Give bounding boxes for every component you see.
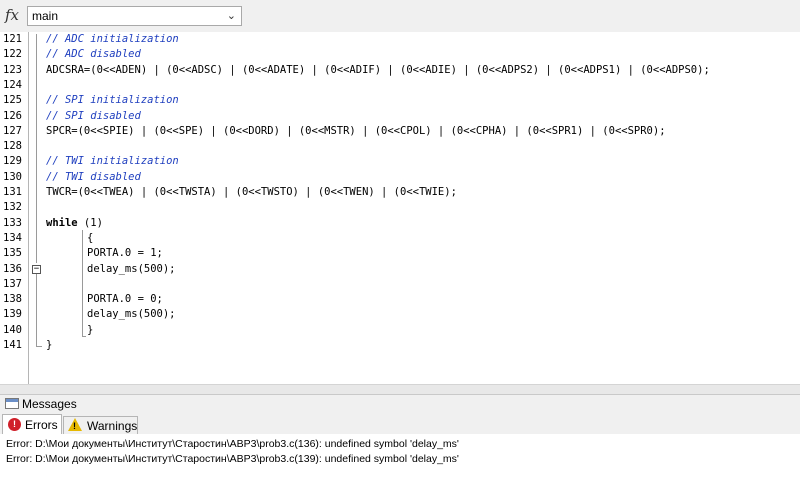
line-number: 139 — [3, 308, 22, 321]
line-number: 128 — [3, 140, 22, 153]
code-line: 137 — [0, 277, 800, 292]
code-text: while (1) — [46, 216, 103, 229]
code-text: // ADC disabled — [46, 48, 141, 61]
code-text: // SPI initialization — [46, 94, 179, 107]
line-number: 133 — [3, 216, 22, 229]
fold-guide-line — [36, 34, 37, 263]
tab-warnings[interactable]: ! Warnings — [63, 416, 138, 434]
code-line: 134 { — [0, 231, 800, 246]
line-number: 130 — [3, 170, 22, 183]
code-line: 125 // SPI initialization — [0, 93, 800, 108]
messages-window-icon — [5, 398, 19, 409]
fold-guide-line — [36, 274, 37, 346]
fold-guide-end — [36, 346, 42, 347]
code-text: delay_ms(500); — [87, 308, 176, 321]
code-text: // TWI initialization — [46, 155, 179, 168]
tab-errors[interactable]: ! Errors — [2, 414, 62, 434]
code-text: // TWI disabled — [46, 170, 141, 183]
error-icon: ! — [8, 418, 21, 431]
toolbar: fx main ⌄ — [0, 0, 800, 33]
code-text: ADCSRA=(0<<ADEN) | (0<<ADSC) | (0<<ADATE… — [46, 63, 710, 76]
code-text: delay_ms(500); — [87, 262, 176, 275]
code-line: 130 // TWI disabled — [0, 170, 800, 185]
function-icon: fx — [5, 6, 20, 24]
block-guide-line — [82, 230, 83, 336]
code-line: 126 // SPI disabled — [0, 109, 800, 124]
code-line: 131 TWCR=(0<<TWEA) | (0<<TWSTA) | (0<<TWS… — [0, 185, 800, 200]
messages-tabs: ! Errors ! Warnings — [0, 412, 800, 435]
code-text: // SPI disabled — [46, 109, 141, 122]
code-text: TWCR=(0<<TWEA) | (0<<TWSTA) | (0<<TWSTO)… — [46, 186, 457, 198]
line-number: 123 — [3, 63, 22, 76]
line-number: 136 — [3, 262, 22, 275]
function-select[interactable]: main ⌄ — [27, 6, 242, 26]
code-line: 128 — [0, 139, 800, 154]
code-text: } — [46, 339, 53, 351]
line-number: 126 — [3, 109, 22, 122]
line-number: 125 — [3, 94, 22, 107]
code-text: } — [87, 323, 94, 336]
code-line: 129 // TWI initialization — [0, 154, 800, 169]
line-number: 124 — [3, 78, 22, 91]
code-line: 140} — [0, 323, 800, 338]
code-text: PORTA.0 = 0; — [87, 293, 163, 306]
line-number: 121 — [3, 33, 22, 45]
code-line: 139 delay_ms(500); — [0, 307, 800, 322]
block-guide-end — [82, 336, 86, 337]
line-number: 131 — [3, 186, 22, 198]
code-line: 127 SPCR=(0<<SPIE) | (0<<SPE) | (0<<DORD)… — [0, 124, 800, 139]
code-line: 121 // ADC initialization — [0, 32, 800, 47]
line-number: 140 — [3, 323, 22, 336]
tab-errors-label: Errors — [25, 418, 58, 432]
error-message[interactable]: Error: D:\Мои документы\Институт\Старост… — [6, 438, 459, 450]
keyword: while — [46, 216, 78, 229]
line-number: 127 — [3, 124, 22, 137]
code-editor[interactable]: 121 // ADC initialization 122 // ADC disabl… — [0, 32, 800, 384]
line-number: 134 — [3, 231, 22, 244]
fold-collapse-icon[interactable]: − — [32, 265, 41, 274]
line-number: 132 — [3, 201, 22, 214]
code-line: 123 ADCSRA=(0<<ADEN) | (0<<ADSC) | (0<<AD… — [0, 63, 800, 78]
code-line: 122 // ADC disabled — [0, 47, 800, 62]
line-number: 141 — [3, 339, 22, 351]
code-text: PORTA.0 = 1; — [87, 247, 163, 260]
chevron-down-icon[interactable]: ⌄ — [227, 9, 236, 22]
tab-warnings-label: Warnings — [87, 419, 138, 433]
error-message[interactable]: Error: D:\Мои документы\Институт\Старост… — [6, 453, 459, 465]
messages-panel-title: Messages — [22, 397, 77, 411]
code-text: SPCR=(0<<SPIE) | (0<<SPE) | (0<<DORD) | … — [46, 124, 666, 137]
code-line: 124 — [0, 78, 800, 93]
code-text: // ADC initialization — [46, 33, 179, 45]
code-line: 133 while (1) — [0, 216, 800, 231]
code-line: 141} — [0, 338, 800, 353]
messages-list: Error: D:\Мои документы\Институт\Старост… — [0, 434, 800, 485]
line-number: 129 — [3, 155, 22, 168]
function-select-value: main — [32, 9, 59, 23]
code-line: 132 — [0, 200, 800, 215]
code-line: 135 PORTA.0 = 1; — [0, 246, 800, 261]
line-number: 135 — [3, 247, 22, 260]
line-number: 138 — [3, 293, 22, 306]
messages-panel-header: Messages — [0, 394, 800, 413]
code-text: { — [87, 231, 94, 244]
warning-icon: ! — [68, 418, 82, 431]
line-number: 122 — [3, 48, 22, 61]
code-line: 136 delay_ms(500); — [0, 262, 800, 277]
code-line: 138 PORTA.0 = 0; — [0, 292, 800, 307]
line-number: 137 — [3, 277, 22, 290]
